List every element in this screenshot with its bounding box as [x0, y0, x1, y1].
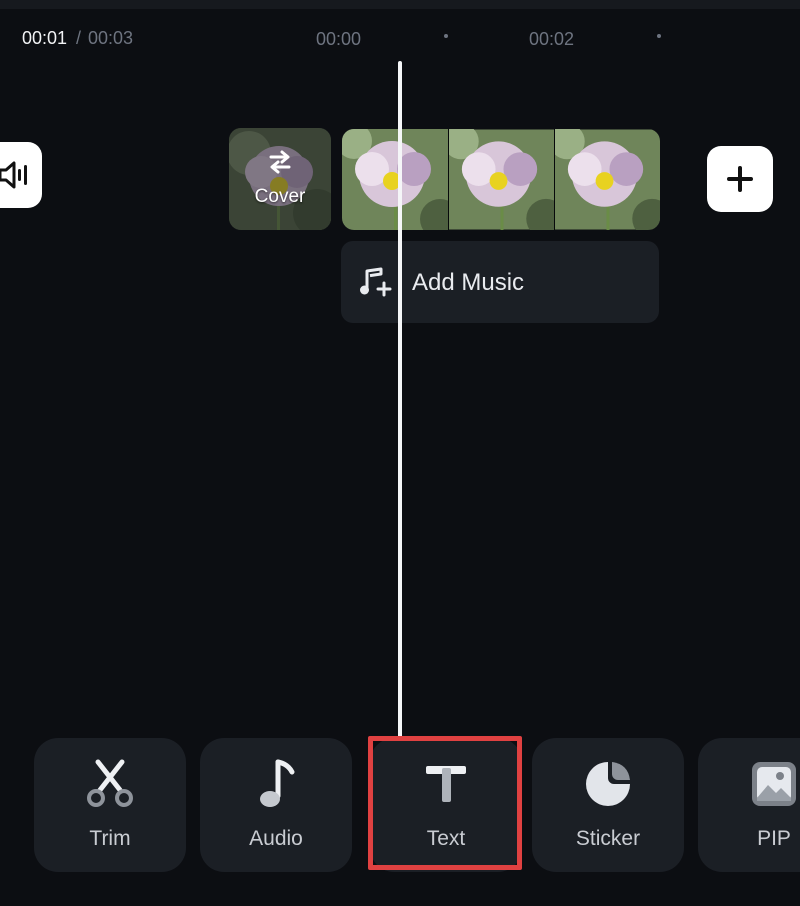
add-clip-button[interactable] — [707, 146, 773, 212]
scissors-icon — [87, 759, 133, 807]
playhead[interactable] — [398, 61, 402, 740]
cover-overlay — [229, 128, 331, 230]
toolbar-audio[interactable]: Audio — [200, 738, 352, 872]
add-music-button[interactable]: Add Music — [341, 241, 659, 323]
plus-icon — [727, 166, 753, 192]
ruler-mark: 00:02 — [529, 29, 575, 49]
image-icon — [752, 762, 796, 806]
sticker-icon — [586, 762, 630, 806]
speaker-icon — [0, 161, 27, 189]
video-clip[interactable] — [342, 129, 660, 230]
cover-label: Cover — [254, 186, 306, 207]
swap-icon — [269, 150, 291, 174]
top-strip — [0, 0, 800, 9]
toolbar-trim[interactable]: Trim — [34, 738, 186, 872]
toolbar-audio-label: Audio — [249, 827, 303, 850]
total-duration: 00:03 — [88, 28, 134, 48]
clip-frame — [554, 129, 660, 230]
toolbar-pip-label: PIP — [757, 827, 791, 850]
clip-frame — [342, 129, 448, 230]
text-icon — [426, 766, 466, 802]
ruler-mark: 00:00 — [316, 29, 362, 49]
toolbar-text-label: Text — [426, 827, 466, 850]
mute-original-sound-button[interactable] — [0, 142, 42, 208]
music-note-icon — [260, 759, 295, 807]
ruler-dot — [657, 34, 661, 38]
clip-frame — [448, 129, 554, 230]
ruler-dot — [444, 34, 448, 38]
toolbar-text[interactable]: Text — [370, 738, 522, 872]
cover-tile[interactable]: Cover — [229, 128, 331, 230]
time-separator: / — [76, 28, 82, 48]
toolbar-sticker-label: Sticker — [575, 827, 641, 850]
toolbar-trim-label: Trim — [89, 827, 131, 850]
add-music-label: Add Music — [412, 269, 525, 296]
music-add-icon — [360, 267, 392, 297]
toolbar-sticker[interactable]: Sticker — [532, 738, 684, 872]
video-editor-screen: 00:01 / 00:03 00:00 00:02 Cover Add Musi… — [0, 0, 800, 906]
current-time: 00:01 — [22, 28, 68, 48]
toolbar-pip[interactable]: PIP — [698, 738, 800, 872]
